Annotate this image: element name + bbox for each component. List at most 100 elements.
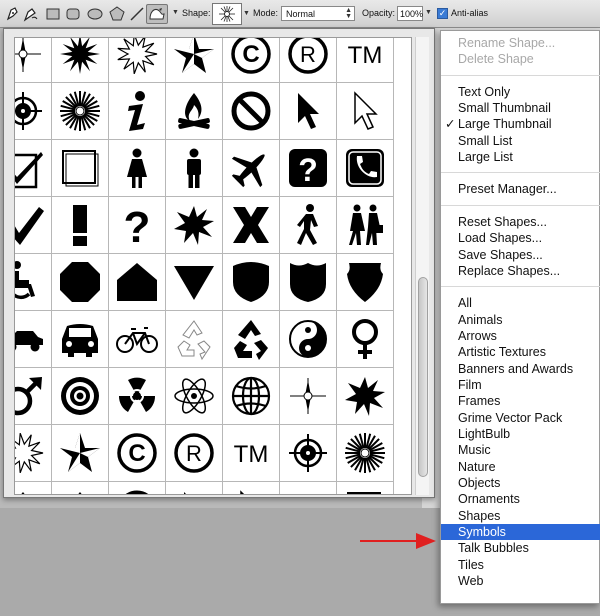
tool-dropdown-arrow-icon[interactable]: ▼ <box>172 9 179 16</box>
menu-item[interactable]: Preset Manager... <box>441 181 600 197</box>
shape-thumbnail[interactable]: C <box>109 425 166 482</box>
shape-thumbnail[interactable] <box>15 38 52 83</box>
shape-thumbnail[interactable] <box>166 311 223 368</box>
menu-item[interactable]: Objects <box>441 475 600 491</box>
shape-picker-swatch[interactable] <box>212 3 242 25</box>
freeform-pen-icon[interactable] <box>22 6 40 22</box>
shape-thumbnail[interactable] <box>109 482 166 494</box>
shape-thumbnail[interactable] <box>280 368 337 425</box>
menu-item[interactable]: Grime Vector Pack <box>441 410 600 426</box>
shape-thumbnail[interactable] <box>109 254 166 311</box>
menu-item[interactable]: Small List <box>441 133 600 149</box>
shape-thumbnail[interactable] <box>166 197 223 254</box>
shape-thumbnail[interactable]: TM <box>337 38 394 83</box>
shape-thumbnail[interactable]: ? <box>280 140 337 197</box>
menu-item[interactable]: All <box>441 295 600 311</box>
opacity-dropdown-arrow-icon[interactable]: ▼ <box>425 9 432 16</box>
shape-thumbnail[interactable] <box>223 197 280 254</box>
menu-item[interactable]: ✓ Large Thumbnail <box>441 116 600 132</box>
menu-item[interactable]: Shapes <box>441 508 600 524</box>
menu-item[interactable]: Symbols <box>441 524 600 541</box>
shape-thumbnail[interactable] <box>337 254 394 311</box>
shape-thumbnail[interactable] <box>15 197 52 254</box>
shape-thumbnail[interactable] <box>223 311 280 368</box>
menu-item[interactable]: Frames <box>441 393 600 409</box>
pen-icon[interactable] <box>4 6 22 22</box>
shape-thumbnail[interactable] <box>52 140 109 197</box>
shape-thumbnail[interactable] <box>280 254 337 311</box>
mode-select[interactable]: Normal ▲ ▼ <box>281 6 355 21</box>
rectangle-icon[interactable] <box>44 6 62 22</box>
shape-thumbnail[interactable] <box>166 254 223 311</box>
antialias-checkbox[interactable]: ✓ <box>437 8 448 19</box>
shape-thumbnail[interactable] <box>337 83 394 140</box>
menu-item[interactable]: Replace Shapes... <box>441 263 600 279</box>
shape-thumbnail[interactable] <box>166 368 223 425</box>
shape-thumbnail[interactable] <box>280 482 337 494</box>
opacity-input[interactable]: 100% <box>397 6 423 21</box>
shape-thumbnail[interactable]: R <box>166 425 223 482</box>
picker-scrollbar[interactable] <box>415 37 429 495</box>
shape-thumbnail[interactable]: C <box>223 38 280 83</box>
menu-item[interactable]: Save Shapes... <box>441 247 600 263</box>
menu-item[interactable]: Nature <box>441 459 600 475</box>
shape-thumbnail[interactable] <box>52 254 109 311</box>
shape-thumbnail[interactable]: R <box>280 38 337 83</box>
shape-thumbnail[interactable] <box>109 140 166 197</box>
shape-thumbnail[interactable] <box>166 38 223 83</box>
menu-item[interactable]: Text Only <box>441 84 600 100</box>
shape-thumbnail[interactable] <box>337 197 394 254</box>
shape-thumbnail[interactable] <box>52 425 109 482</box>
menu-item[interactable]: Web <box>441 573 600 589</box>
menu-item[interactable]: Large List <box>441 149 600 165</box>
shape-thumbnail[interactable] <box>15 311 52 368</box>
shape-thumbnail[interactable] <box>15 425 52 482</box>
picker-scroll-thumb[interactable] <box>418 277 428 477</box>
shape-thumbnail[interactable] <box>223 83 280 140</box>
custom-shape-icon[interactable] <box>146 4 168 24</box>
menu-item[interactable]: Artistic Textures <box>441 344 600 360</box>
menu-item[interactable]: Music <box>441 442 600 458</box>
shape-thumbnail[interactable] <box>223 140 280 197</box>
shape-thumbnail[interactable] <box>52 197 109 254</box>
menu-item[interactable]: Film <box>441 377 600 393</box>
ellipse-icon[interactable] <box>86 6 104 22</box>
shape-thumbnail[interactable] <box>337 311 394 368</box>
shape-thumbnail[interactable] <box>15 254 52 311</box>
shape-thumbnail[interactable] <box>280 311 337 368</box>
menu-item[interactable]: Small Thumbnail <box>441 100 600 116</box>
line-icon[interactable] <box>128 6 146 22</box>
shape-thumbnail[interactable] <box>109 38 166 83</box>
menu-item[interactable]: Tiles <box>441 557 600 573</box>
menu-item[interactable]: LightBulb <box>441 426 600 442</box>
shape-thumbnail[interactable] <box>337 140 394 197</box>
shape-thumbnail[interactable] <box>223 368 280 425</box>
shape-thumbnail[interactable] <box>280 425 337 482</box>
shape-thumbnail[interactable] <box>223 482 280 494</box>
shape-thumbnail[interactable]: TM <box>223 425 280 482</box>
menu-item[interactable]: Animals <box>441 312 600 328</box>
shape-thumbnail[interactable] <box>15 83 52 140</box>
shape-thumbnail[interactable] <box>337 425 394 482</box>
shape-thumbnail[interactable] <box>166 140 223 197</box>
shape-thumbnail[interactable] <box>166 83 223 140</box>
menu-item[interactable]: Talk Bubbles <box>441 540 600 556</box>
shape-thumbnail[interactable] <box>15 140 52 197</box>
shape-thumbnail[interactable] <box>109 311 166 368</box>
shape-dropdown-arrow-icon[interactable]: ▼ <box>243 10 250 17</box>
shape-thumbnail[interactable] <box>52 83 109 140</box>
shape-thumbnail[interactable] <box>52 311 109 368</box>
shape-thumbnail[interactable] <box>15 368 52 425</box>
shape-thumbnail[interactable]: ? <box>109 197 166 254</box>
rounded-rectangle-icon[interactable] <box>64 6 82 22</box>
shape-thumbnail[interactable] <box>280 197 337 254</box>
shape-thumbnail[interactable] <box>280 83 337 140</box>
menu-item[interactable]: Load Shapes... <box>441 230 600 246</box>
menu-item[interactable]: Reset Shapes... <box>441 214 600 230</box>
shape-thumbnail[interactable] <box>15 482 52 494</box>
menu-item[interactable]: Arrows <box>441 328 600 344</box>
shape-thumbnail[interactable] <box>52 368 109 425</box>
shape-thumbnail[interactable] <box>337 368 394 425</box>
shape-thumbnail[interactable] <box>109 83 166 140</box>
polygon-icon[interactable] <box>108 6 126 22</box>
